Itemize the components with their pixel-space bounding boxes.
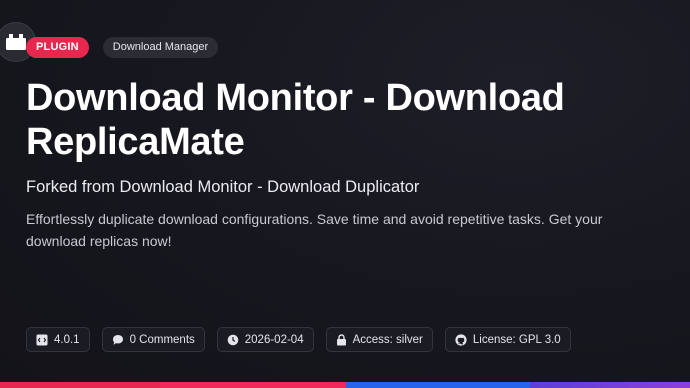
version-label: 4.0.1: [54, 333, 80, 346]
lock-icon: [336, 333, 347, 346]
accent-bar: [0, 382, 690, 388]
date-chip: 2026-02-04: [216, 327, 314, 352]
accent-bar-segment: [160, 382, 346, 388]
license-label: License: GPL 3.0: [472, 333, 561, 346]
comments-label: 0 Comments: [129, 333, 195, 346]
hero-banner: PLUGIN Download Manager Download Monitor…: [0, 0, 690, 388]
clock-icon: [227, 334, 239, 346]
access-chip: Access: silver: [325, 327, 433, 352]
accent-bar-segment: [0, 382, 160, 388]
comments-chip[interactable]: 0 Comments: [101, 327, 205, 352]
accent-bar-segment: [530, 382, 690, 388]
license-chip: License: GPL 3.0: [444, 327, 571, 352]
meta-row: 4.0.1 0 Comments 2026-02-04 Access: silv…: [26, 327, 571, 352]
version-chip: 4.0.1: [26, 327, 90, 352]
category-tag[interactable]: Download Manager: [102, 37, 219, 58]
plugin-type-badge: PLUGIN: [26, 37, 89, 58]
page-description: Effortlessly duplicate download configur…: [26, 211, 603, 249]
page-title: Download Monitor - Download ReplicaMate: [26, 77, 565, 163]
speech-bubble-icon: [112, 334, 124, 346]
github-icon: [455, 333, 467, 346]
access-label: Access: silver: [352, 333, 423, 346]
accent-bar-segment: [346, 382, 530, 388]
tag-row: PLUGIN Download Manager: [26, 37, 219, 58]
code-file-icon: [36, 334, 48, 346]
date-label: 2026-02-04: [244, 333, 304, 346]
page-subtitle: Forked from Download Monitor - Download …: [26, 178, 420, 196]
